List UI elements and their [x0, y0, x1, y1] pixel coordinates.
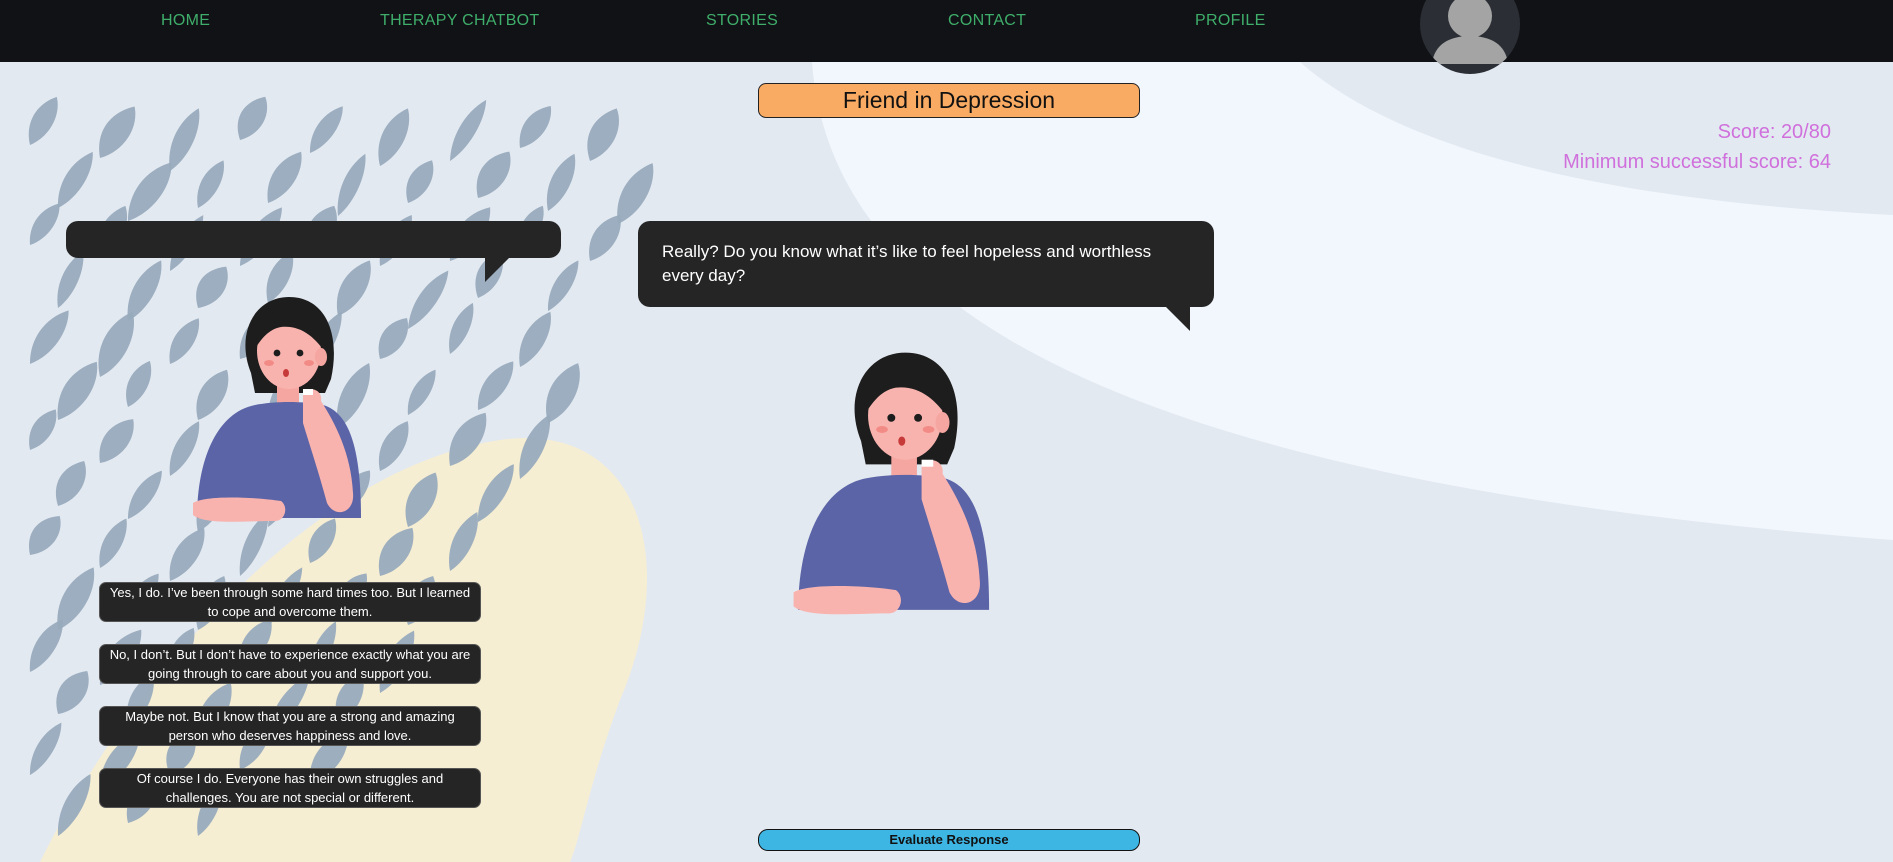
user-speech-bubble [66, 221, 561, 282]
user-character-illustration [193, 297, 361, 522]
response-option-2[interactable]: No, I don’t. But I don’t have to experie… [99, 644, 481, 684]
friend-speech-bubble: Really? Do you know what it’s like to fe… [638, 221, 1214, 331]
nav-therapy-chatbot[interactable]: THERAPY CHATBOT [380, 12, 539, 30]
scenario-title: Friend in Depression [758, 83, 1140, 118]
score-minimum: Minimum successful score: 64 [1563, 151, 1831, 173]
speech-bubble-tail [485, 256, 511, 282]
nav-contact[interactable]: CONTACT [948, 12, 1026, 30]
nav-profile[interactable]: PROFILE [1195, 12, 1266, 30]
response-option-1[interactable]: Yes, I do. I’ve been through some hard t… [99, 582, 481, 622]
nav-home[interactable]: HOME [161, 12, 210, 30]
friend-character-illustration [793, 352, 990, 615]
score-current: Score: 20/80 [1717, 121, 1831, 143]
top-navbar: HOME THERAPY CHATBOT STORIES CONTACT PRO… [0, 0, 1893, 62]
speech-bubble-tail [1164, 305, 1190, 331]
friend-speech-text: Really? Do you know what it’s like to fe… [662, 242, 1152, 285]
response-option-4[interactable]: Of course I do. Everyone has their own s… [99, 768, 481, 808]
nav-stories[interactable]: STORIES [706, 12, 778, 30]
response-option-3[interactable]: Maybe not. But I know that you are a str… [99, 706, 481, 746]
evaluate-response-button[interactable]: Evaluate Response [758, 829, 1140, 851]
